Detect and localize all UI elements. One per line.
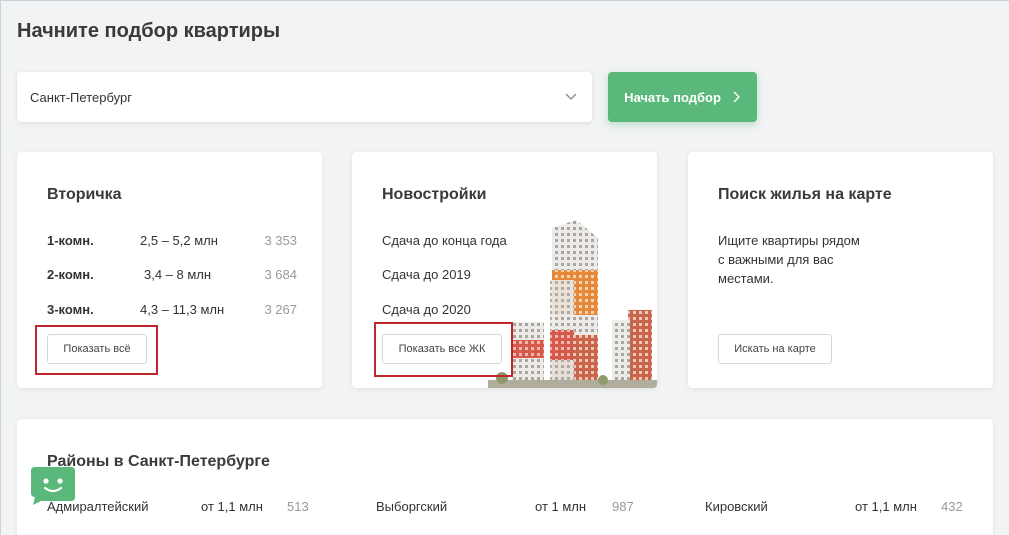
resale-count: 3 267 (264, 302, 297, 317)
new-buildings-filter-link[interactable]: Сдача до 2019 (382, 267, 471, 282)
search-on-map-button[interactable]: Искать на карте (718, 334, 832, 364)
city-select[interactable]: Санкт-Петербург (17, 72, 592, 122)
district-item[interactable]: Адмиралтейский от 1,1 млн 513 (47, 499, 309, 515)
districts-title: Районы в Санкт-Петербурге (47, 453, 270, 470)
district-name: Выборгский (376, 499, 448, 514)
chevron-down-icon (565, 93, 577, 100)
show-all-resale-button[interactable]: Показать всё (47, 334, 147, 364)
resale-count: 3 353 (264, 233, 297, 248)
new-buildings-card: Новостройки Сдача до конца года Сдача до… (352, 152, 657, 388)
district-price: от 1,1 млн (855, 499, 917, 514)
start-search-label: Начать подбор (624, 89, 721, 105)
map-search-card: Поиск жилья на карте Ищите квартиры рядо… (688, 152, 993, 388)
chevron-right-icon (733, 91, 740, 103)
resale-rooms: 1-комн. (47, 233, 94, 248)
new-buildings-filter-link[interactable]: Сдача до 2020 (382, 302, 471, 317)
map-search-description: Ищите квартиры рядом с важными для вас м… (718, 233, 860, 286)
show-all-complexes-button[interactable]: Показать все ЖК (382, 334, 502, 364)
map-search-title: Поиск жилья на карте (718, 186, 892, 203)
district-item[interactable]: Кировский от 1,1 млн 432 (705, 499, 975, 515)
district-price: от 1,1 млн (201, 499, 263, 514)
resale-row[interactable]: 3-комн. 4,3 – 11,3 млн 3 267 (47, 302, 297, 318)
district-price: от 1 млн (535, 499, 587, 514)
new-buildings-title: Новостройки (382, 186, 487, 203)
resale-rooms: 3-комн. (47, 302, 94, 317)
resale-price: 3,4 – 8 млн (144, 267, 212, 282)
resale-title: Вторичка (47, 186, 122, 203)
buildings-illustration (488, 220, 657, 388)
resale-card: Вторичка 1-комн. 2,5 – 5,2 млн 3 353 2-к… (17, 152, 322, 388)
resale-row[interactable]: 1-комн. 2,5 – 5,2 млн 3 353 (47, 233, 297, 249)
resale-row[interactable]: 2-комн. 3,4 – 8 млн 3 684 (47, 267, 297, 283)
resale-rooms: 2-комн. (47, 267, 94, 282)
chat-bot-icon[interactable] (31, 467, 75, 505)
district-item[interactable]: Выборгский от 1 млн 987 (376, 499, 636, 515)
resale-count: 3 684 (264, 267, 297, 282)
resale-price: 2,5 – 5,2 млн (140, 233, 218, 248)
page-title: Начните подбор квартиры (17, 20, 281, 42)
district-count: 987 (612, 499, 634, 514)
resale-price: 4,3 – 11,3 млн (140, 302, 225, 317)
start-search-button[interactable]: Начать подбор (608, 72, 757, 122)
districts-panel: Районы в Санкт-Петербурге Адмиралтейский… (17, 419, 993, 535)
district-name: Кировский (705, 499, 768, 514)
district-count: 513 (287, 499, 309, 514)
city-select-value: Санкт-Петербург (30, 89, 132, 105)
district-count: 432 (941, 499, 963, 514)
